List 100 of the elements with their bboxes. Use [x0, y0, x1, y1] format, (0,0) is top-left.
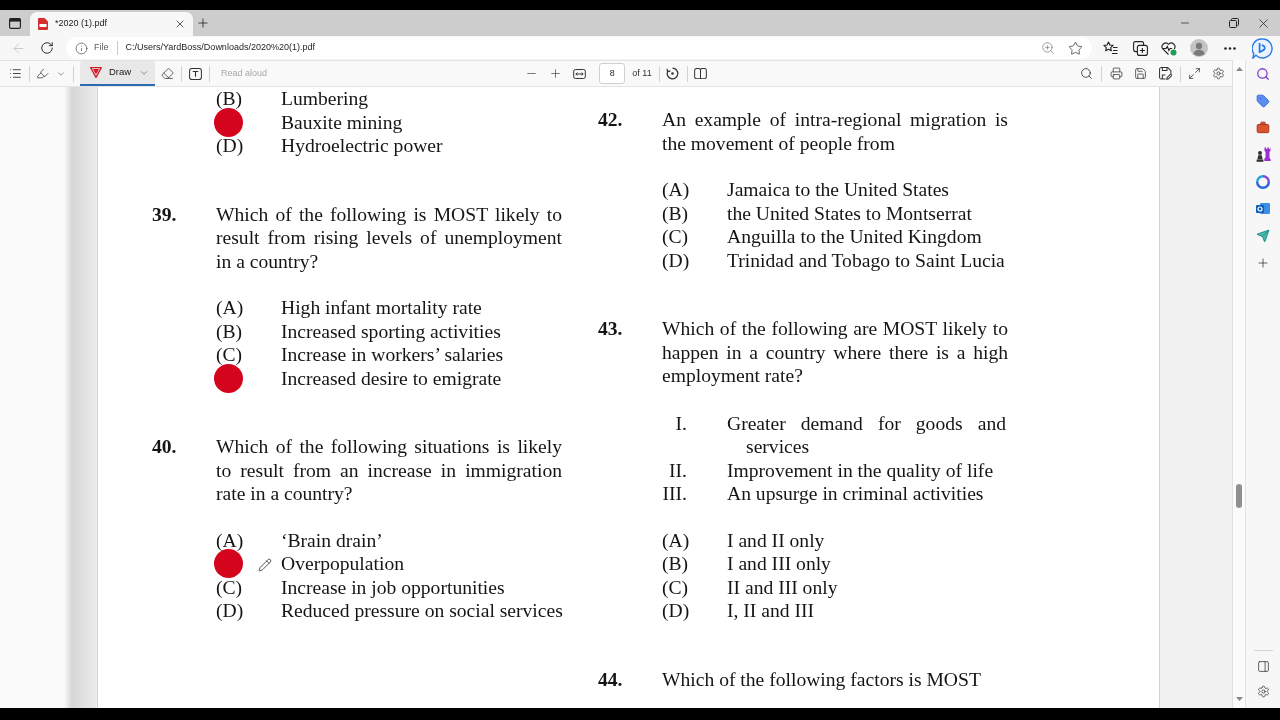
option-letter: (B)	[216, 319, 243, 343]
paper-plane-icon	[1256, 228, 1270, 243]
plus-icon	[548, 67, 562, 80]
option-letter: (A)	[662, 178, 690, 202]
save-icon	[1133, 67, 1147, 80]
option-text: Bauxite mining	[281, 110, 403, 134]
option-text: Increased desire to emigrate	[281, 366, 502, 390]
page-number-field[interactable]: 8	[599, 63, 626, 84]
up-triangle-icon	[1235, 67, 1243, 71]
url-text: C:/Users/YardBoss/Downloads/2020%20(1).pdf	[125, 41, 315, 55]
restore-icon	[1229, 18, 1239, 28]
option-text: Lumbering	[281, 87, 369, 111]
option-letter: (D)	[216, 599, 244, 623]
option-text: I, II and III	[727, 599, 815, 623]
heart-pulse-icon	[1161, 40, 1177, 56]
down-triangle-icon	[1235, 697, 1243, 701]
page-count-label: of 11	[632, 66, 652, 80]
pencil-cursor-icon	[258, 558, 272, 572]
option-letter: (A)	[662, 528, 690, 552]
statement-numeral: III.	[662, 482, 687, 506]
window-icon	[9, 17, 21, 29]
two-pages-icon	[694, 68, 708, 79]
browser-tab[interactable]: *2020 (1).pdf	[30, 12, 193, 36]
question-text: Which of the following is MOST likely to result from rising levels of unemployment in a country?	[216, 202, 562, 273]
plus-icon	[196, 16, 210, 30]
statement-numeral: I.	[674, 411, 687, 435]
option-text: Trinidad and Tobago to Saint Lucia	[727, 248, 1005, 272]
text-box-icon	[188, 67, 202, 80]
option-letter: (C)	[662, 575, 689, 599]
save-pencil-icon	[1158, 67, 1172, 80]
option-letter: (D)	[216, 134, 244, 158]
chess-pieces-icon	[1255, 147, 1271, 162]
option-letter: (D)	[662, 248, 690, 272]
highlighter-icon	[35, 67, 49, 80]
question-number: 43.	[598, 318, 623, 339]
more-icon	[1224, 46, 1236, 50]
star-icon	[1067, 40, 1083, 56]
briefcase-icon	[1256, 120, 1270, 135]
settings-icon	[1211, 67, 1225, 80]
avatar-icon	[1190, 39, 1208, 57]
statement-text: Greater demand for goods and services	[727, 411, 1006, 459]
star-list-icon	[1102, 41, 1118, 55]
panel-icon	[1256, 660, 1270, 673]
squares-plus-icon	[1132, 40, 1148, 56]
option-text: High infant mortality rate	[281, 296, 482, 320]
option-text: I and III only	[727, 552, 831, 576]
option-text: I and II only	[727, 528, 825, 552]
question-text: Which of the following are MOST likely to happen in a country where there is a high employment rate?	[662, 317, 1008, 388]
question-number: 40.	[152, 436, 177, 457]
option-letter: (B)	[662, 552, 689, 576]
draw-button[interactable]: Draw	[80, 61, 155, 86]
option-letter: (C)	[216, 343, 243, 367]
rotate-icon	[666, 67, 680, 80]
scrollbar-thumb[interactable]	[1236, 484, 1242, 508]
zoom-in-icon	[1041, 41, 1055, 55]
option-text: ‘Brain drain’	[281, 528, 383, 552]
statement-text: Improvement in the quality of life	[727, 458, 995, 482]
option-letter: (B)	[662, 201, 689, 225]
option-letter: (D)	[662, 599, 690, 623]
option-text: Increase in workers’ salaries	[281, 343, 504, 367]
option-text: Jamaica to the United States	[727, 178, 949, 202]
option-text: Increased sporting activities	[281, 319, 501, 343]
option-text: Hydroelectric power	[281, 134, 443, 158]
expand-icon	[1187, 67, 1201, 80]
profile-button[interactable]	[1187, 37, 1211, 59]
option-text: Overpopulation	[281, 552, 404, 576]
statement-text: An upsurge in criminal activities	[727, 482, 985, 506]
option-letter: (A)	[216, 528, 244, 552]
option-letter: (B)	[216, 87, 243, 111]
chat-bubble-icon	[1251, 37, 1273, 59]
close-icon	[174, 18, 186, 30]
settings-icon	[1256, 685, 1270, 698]
eraser-icon	[160, 67, 174, 80]
search-icon	[1256, 66, 1270, 81]
option-text: II and III only	[727, 575, 838, 599]
question-text: An example of intra-regional migration is the movement of people from	[662, 108, 1008, 155]
question-text: Which of the following factors is MOST	[662, 667, 982, 691]
triangle-icon	[90, 67, 102, 78]
question-number: 39.	[152, 203, 177, 225]
option-letter: (A)	[216, 296, 244, 320]
option-text: Increase in job opportunities	[281, 575, 505, 599]
list-icon	[8, 67, 22, 80]
statement-numeral: II.	[668, 458, 687, 482]
option-letter: (C)	[662, 225, 689, 249]
ring-icon	[1256, 174, 1270, 189]
tag-icon	[1256, 93, 1270, 108]
option-text: Reduced pressure on social services	[281, 599, 563, 623]
arrows-box-icon	[572, 68, 586, 79]
option-text: Anguilla to the United Kingdom	[727, 225, 982, 249]
address-field[interactable]: File C:/Users/YardBoss/Downloads/2020%20(1).pdf	[66, 37, 1092, 59]
question-number: 42.	[598, 109, 623, 130]
refresh-icon	[40, 41, 54, 55]
pdf-file-icon	[38, 18, 48, 30]
question-number: 44.	[598, 668, 623, 690]
info-icon	[75, 41, 88, 55]
option-letter: (C)	[216, 575, 243, 599]
mail-tile-icon	[1256, 202, 1270, 215]
option-text: the United States to Montserrat	[727, 201, 972, 225]
scheme-label: File	[94, 41, 109, 55]
printer-icon	[1109, 67, 1123, 80]
